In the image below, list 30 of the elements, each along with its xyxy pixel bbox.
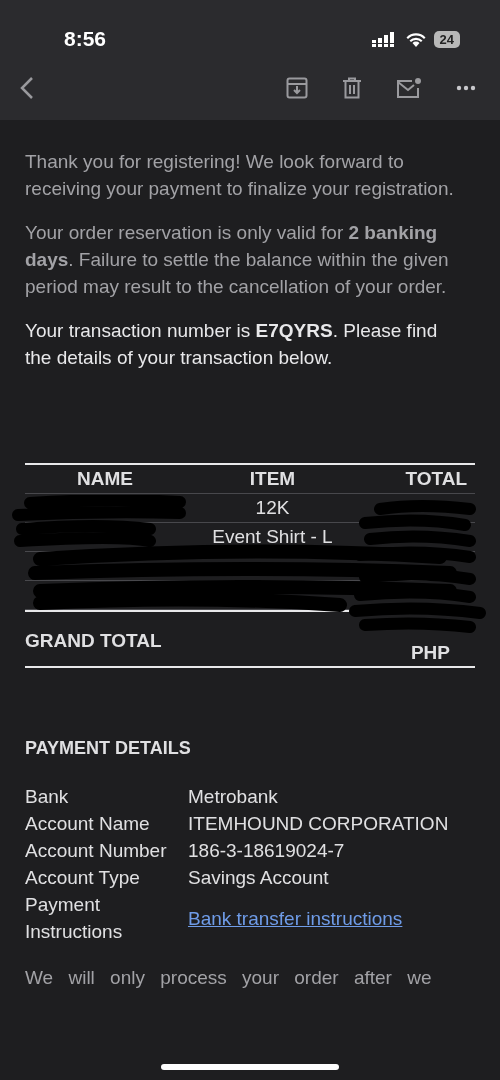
more-icon[interactable] [456, 85, 476, 91]
trash-icon[interactable] [342, 77, 362, 99]
table-cell-text: 12K [254, 497, 291, 519]
mail-icon[interactable] [396, 77, 422, 99]
instructions-link[interactable]: Bank transfer instructions [188, 904, 475, 932]
detail-value: 186-3-18619024-7 [188, 839, 346, 863]
wifi-icon [405, 31, 426, 47]
back-icon[interactable] [20, 76, 34, 100]
detail-label: Account Number [25, 839, 168, 863]
grand-total-label: GRAND TOTAL [25, 630, 162, 653]
archive-icon[interactable] [286, 77, 308, 99]
detail-value: Savings Account [188, 866, 330, 890]
detail-label: Payment Instructions [25, 893, 124, 944]
table-cell-text: Event Shirt - L [211, 526, 334, 548]
column-header: TOTAL [404, 468, 468, 490]
section-heading: PAYMENT DETAILS [25, 738, 192, 759]
detail-label: Account Name [25, 812, 151, 836]
column-header: NAME [76, 468, 134, 490]
email-paragraph: Your order reservation is only valid for 2 banking days. Failure to settle the balance within the given period may result to the cancellation of your order. [25, 221, 450, 299]
detail-label: Bank [25, 785, 70, 809]
detail-value: Metrobank [188, 785, 279, 809]
email-paragraph: We will only process your order after we [25, 967, 433, 989]
column-header: ITEM [248, 468, 297, 490]
detail-value: ITEMHOUND CORPORATION [188, 812, 450, 836]
detail-label: Account Type [25, 866, 141, 890]
currency-label: PHP [410, 642, 450, 665]
status-time: 8:56 [64, 27, 107, 51]
battery-indicator: 24 [433, 30, 460, 48]
email-paragraph: Your transaction number is E7QYRS. Please find the details of your transaction below. [25, 319, 439, 370]
email-paragraph: Thank you for registering! We look forward to receiving your payment to finalize your registration. [25, 150, 455, 201]
